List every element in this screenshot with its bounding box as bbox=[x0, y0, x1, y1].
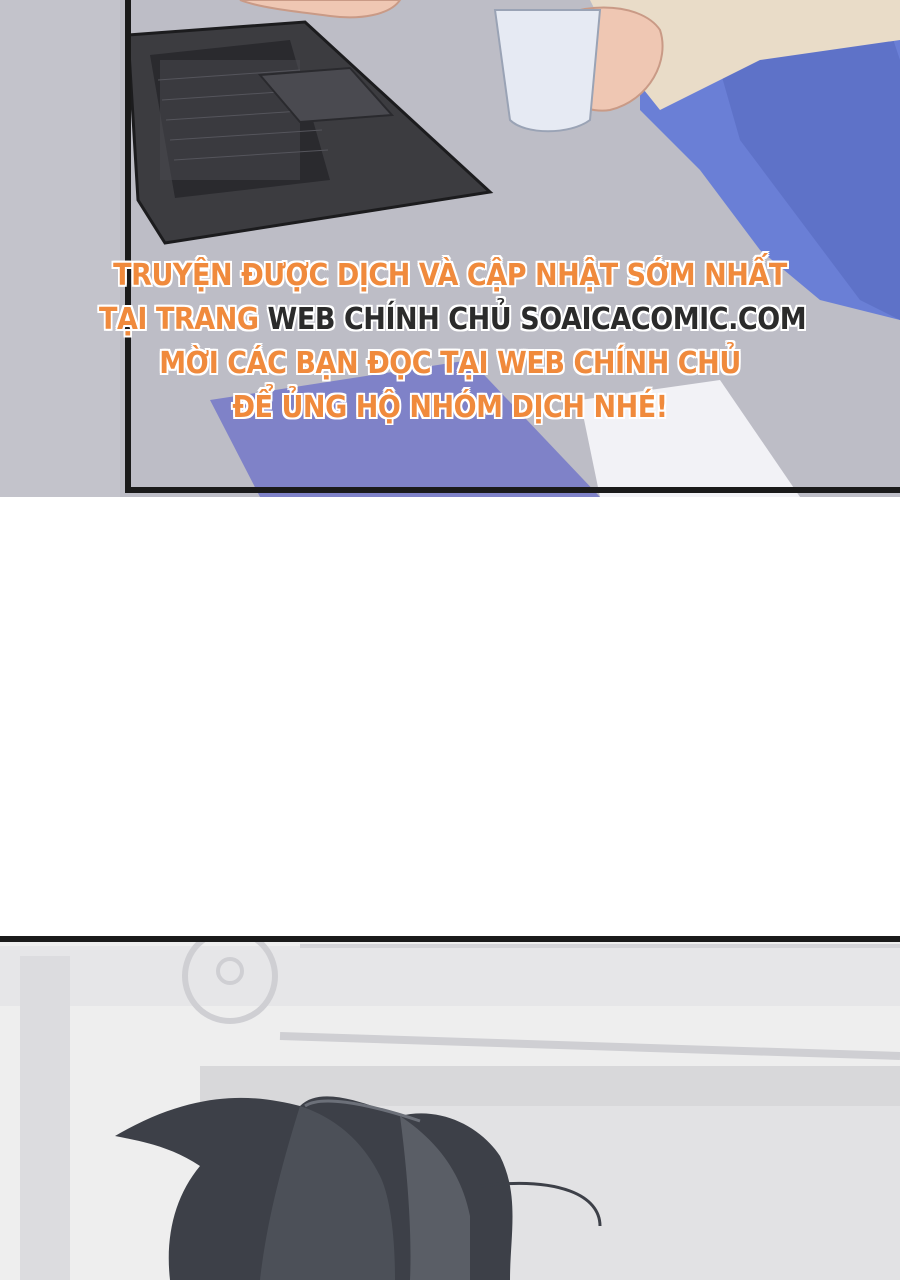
watermark-line-3: MỜI CÁC BẠN ĐỌC TẠI WEB CHÍNH CHỦ bbox=[159, 346, 741, 381]
watermark-line-2-prefix: TẠI TRANG bbox=[99, 302, 259, 337]
watermark-line-1: TRUYỆN ĐƯỢC DỊCH VÀ CẬP NHẬT SỚM NHẤT bbox=[113, 258, 787, 293]
watermark-line-2: TẠI TRANG WEB CHÍNH CHỦ SOAICACOMIC.COM bbox=[99, 298, 807, 342]
translation-watermark: TRUYỆN ĐƯỢC DỊCH VÀ CẬP NHẬT SỚM NHẤT TẠ… bbox=[99, 254, 807, 430]
comic-panel-top: TRUYỆN ĐƯỢC DỊCH VÀ CẬP NHẬT SỚM NHẤT TẠ… bbox=[0, 0, 900, 497]
watermark-site-name: WEB CHÍNH CHỦ SOAICACOMIC.COM bbox=[267, 302, 807, 337]
panel-bottom-illustration bbox=[0, 936, 900, 1280]
comic-panel-bottom bbox=[0, 936, 900, 1280]
glass-shape bbox=[493, 9, 602, 133]
watermark-line-4: ĐỂ ỦNG HỘ NHÓM DỊCH NHÉ! bbox=[232, 390, 668, 425]
